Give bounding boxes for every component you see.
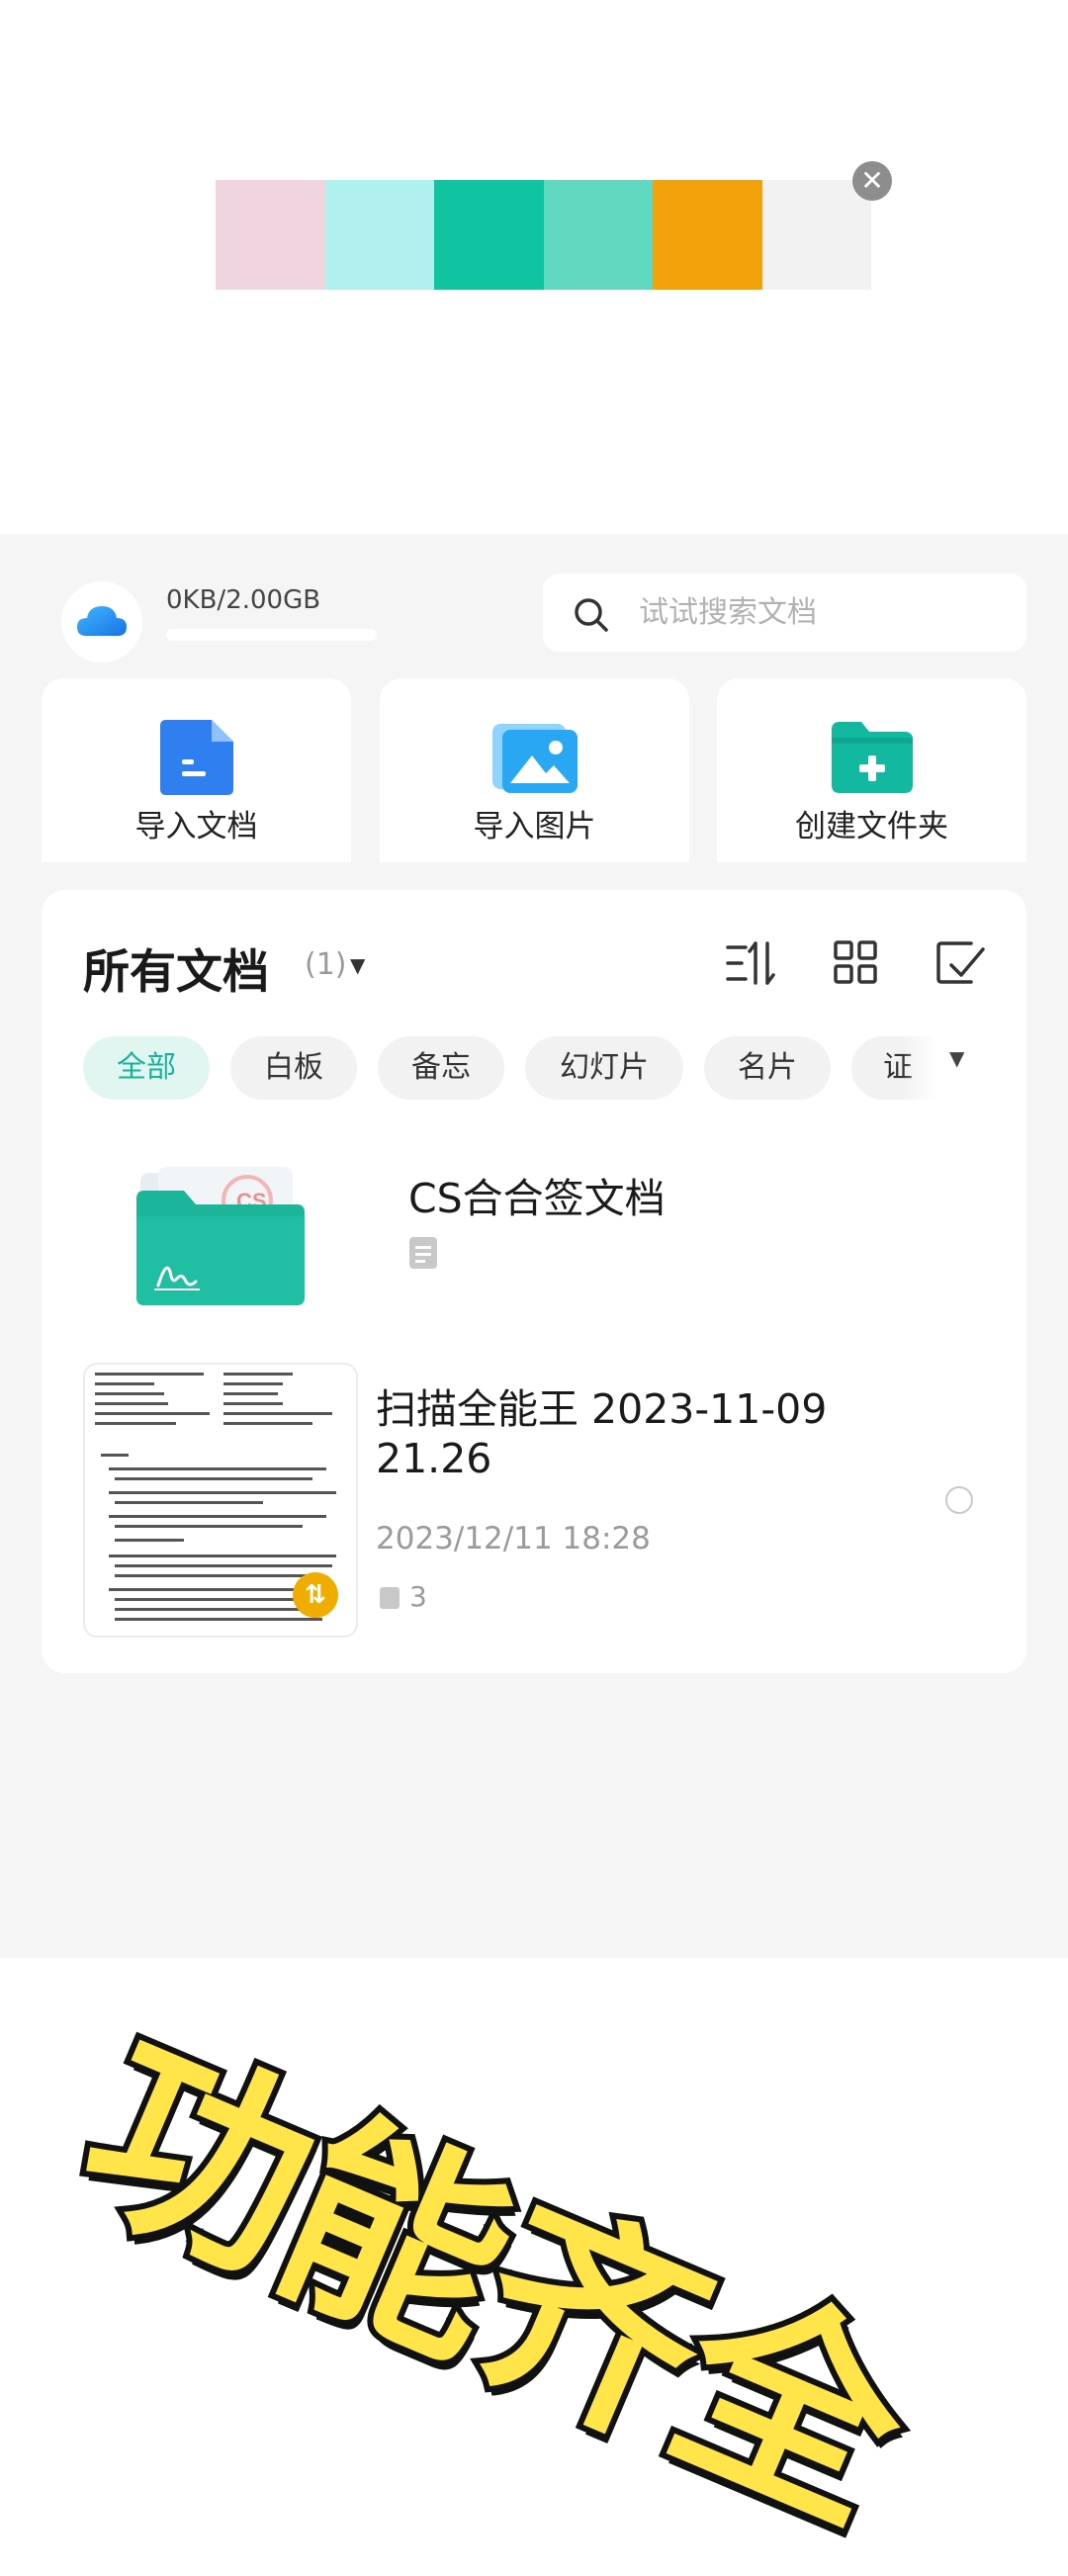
cloud-icon [77, 606, 127, 636]
chevron-down-icon[interactable]: ▼ [949, 1046, 964, 1070]
chip-business-card[interactable]: 名片 [704, 1036, 831, 1100]
folder-title[interactable]: CS合合签文档 [408, 1165, 666, 1224]
chip-memo[interactable]: 备忘 [378, 1036, 504, 1100]
sync-icon: ⇅ [293, 1572, 338, 1618]
swatch-6 [761, 180, 871, 290]
swatch-1 [216, 180, 325, 290]
documents-count: (1) [305, 947, 347, 982]
multi-select-icon[interactable] [935, 939, 987, 985]
color-swatch-row [216, 180, 871, 290]
create-folder-label: 创建文件夹 [795, 809, 948, 844]
chip-all[interactable]: 全部 [83, 1036, 210, 1100]
file-meta-icon [409, 1237, 437, 1269]
document-date: 2023/12/11 18:28 [376, 1521, 651, 1556]
import-document-button[interactable]: 导入文档 [42, 678, 351, 862]
cloud-button[interactable] [61, 581, 142, 663]
chip-slides[interactable]: 幻灯片 [525, 1036, 683, 1100]
document-page-count: 3 [409, 1580, 427, 1613]
storage-usage-text: 0KB/2.00GB [166, 585, 321, 615]
signature-folder-icon[interactable]: CS [127, 1165, 309, 1309]
pages-icon [380, 1587, 400, 1609]
import-image-label: 导入图片 [473, 809, 596, 844]
import-image-button[interactable]: 导入图片 [380, 678, 689, 862]
create-folder-button[interactable]: 创建文件夹 [717, 678, 1026, 862]
swatch-2 [324, 180, 434, 290]
select-radio[interactable] [945, 1486, 973, 1514]
image-icon [492, 724, 578, 793]
swatch-3 [434, 180, 544, 290]
swatch-4 [543, 180, 653, 290]
folder-add-icon [832, 722, 913, 793]
chevron-down-icon[interactable]: ▼ [350, 953, 365, 977]
import-document-label: 导入文档 [134, 809, 258, 844]
chip-fade [903, 1028, 982, 1108]
documents-title: 所有文档 [83, 945, 269, 1000]
document-icon [160, 720, 233, 795]
swatch-5 [653, 180, 762, 290]
grid-view-icon[interactable] [833, 939, 878, 985]
storage-progress-bar [166, 629, 377, 641]
close-icon[interactable]: ✕ [852, 161, 892, 201]
search-icon [575, 598, 608, 632]
sort-icon[interactable] [724, 939, 775, 987]
document-title[interactable]: 扫描全能王 2023-11-09 21.26 [376, 1384, 890, 1483]
chip-whiteboard[interactable]: 白板 [230, 1036, 357, 1100]
search-placeholder: 试试搜索文档 [639, 595, 817, 630]
